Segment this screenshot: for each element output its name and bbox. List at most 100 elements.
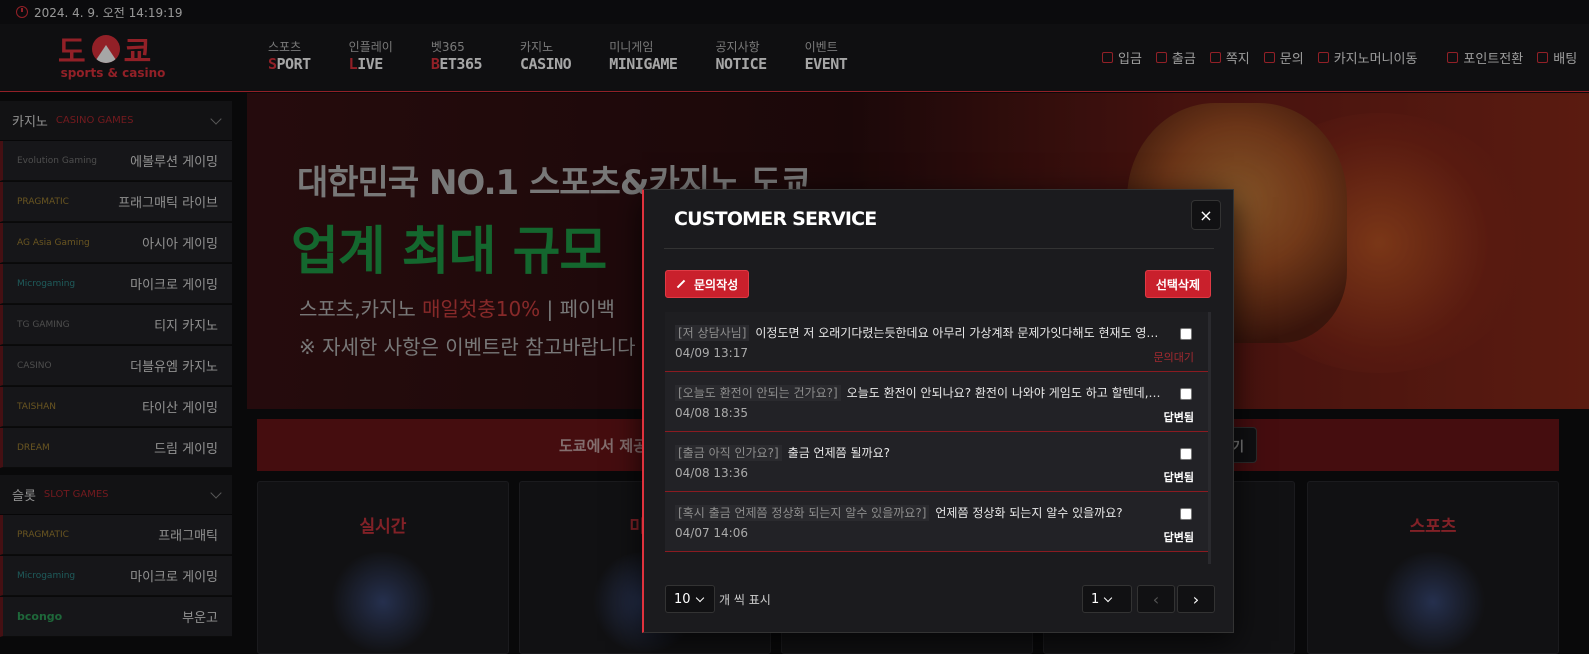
point-convert-link[interactable]: 포인트전환 [1447,48,1523,67]
sidebar-item-microgaming-slot[interactable]: Microgaming 마이크로 게이밍 [0,556,232,596]
nav-label-ko: 스포츠 [268,40,302,54]
sidebar-item-tg-casino[interactable]: TG GAMING 티지 카지노 [0,305,232,345]
coin-icon [1317,52,1329,63]
bet-history-link[interactable]: 배팅 [1537,48,1577,67]
brand-logo: TAISHAN [17,401,56,412]
close-button[interactable]: × [1191,200,1221,230]
list-item[interactable]: [출금 아직 인가요?] 출금 언제쯤 될까요? 04/08 13:36 답변됨 [665,432,1208,492]
nav-label-en: NOTICE [715,55,767,73]
deposit-icon [1102,52,1113,63]
receipt-icon [1537,52,1549,63]
deposit-link[interactable]: 입금 [1102,48,1142,67]
inquiry-title: [오늘도 환전이 안되는 건가요?] 오늘도 환전이 안되나요? 환전이 나와야 … [675,383,1163,403]
sidebar-item-pragmatic[interactable]: PRAGMATIC 프래그매틱 [0,515,232,555]
pagination-bar: 10 개 씩 표시 1 ‹ › [665,585,1215,615]
section-title: 슬롯 [12,489,36,504]
list-item[interactable]: [오늘도 환전이 안되는 건가요?] 오늘도 환전이 안되나요? 환전이 나와야 … [665,372,1208,432]
card-live[interactable]: 실시간 [257,481,509,654]
chevron-down-icon [1104,593,1113,602]
nav-label-ko: 인플레이 [348,40,393,54]
inquiry-date: 04/08 18:35 [675,406,748,420]
inquiry-title: [혹시 출금 언제쯤 정상화 되는지 알수 있을까요?] 언제쯤 정상화 되는지 … [675,503,1163,523]
nav-casino[interactable]: 카지노 CASINO [520,40,572,74]
customer-service-modal: CUSTOMER SERVICE × 문의작성 선택삭제 [저 상담사님] 이정도… [642,189,1234,633]
casino-money-transfer-link[interactable]: 카지노머니이동 [1317,48,1417,67]
withdraw-link[interactable]: 출금 [1155,48,1196,67]
nav-live[interactable]: 인플레이 LIVE [349,40,393,74]
status-badge: 문의대기 [1153,351,1194,364]
nav-label-ko: 공지사항 [715,40,760,54]
nav-sport[interactable]: 스포츠 SPORT [268,40,311,74]
nav-bet365[interactable]: 벳365 BET365 [430,40,483,74]
list-item[interactable]: [혹시 출금 언제쯤 정상화 되는지 알수 있을까요?] 언제쯤 정상화 되는지 … [665,492,1208,552]
brand-logo: bcongo [17,610,63,623]
sidebar-item-label: 에볼루션 게이밍 [130,155,218,170]
delete-selected-button[interactable]: 선택삭제 [1144,270,1211,298]
card-title: 스포츠 [1409,517,1457,537]
banner-note: ※ 자세한 사항은 이벤트란 참고바랍니다 [299,335,636,359]
inquiry-date: 04/09 13:17 [675,346,748,360]
nav-label-en: LIVE [348,55,384,73]
sidebar-item-label: 티지 카지노 [154,319,218,334]
message-link[interactable]: 쪽지 [1209,48,1250,67]
write-inquiry-button[interactable]: 문의작성 [665,270,750,298]
sidebar-item-label: 드림 게이밍 [154,442,218,457]
chevron-down-icon [210,112,222,125]
logo-subtitle: sports & casino [60,66,166,80]
sidebar-item-label: 아시아 게이밍 [142,237,218,252]
prev-page-button[interactable]: ‹ [1137,585,1175,613]
status-badge: 답변됨 [1163,531,1194,544]
card-sports[interactable]: 스포츠 [1307,481,1559,654]
strip-text: 도쿄에서 제공 [559,436,648,455]
sidebar-item-booongo[interactable]: bcongo 부운고 [0,597,232,637]
sidebar-item-taishan[interactable]: TAISHAN 타이산 게이밍 [0,387,232,427]
inquiry-list: [저 상담사님] 이정도면 저 오래기다렸는듯한데요 아무리 가상계좌 문제가잇다… [665,312,1211,564]
sidebar-item-evolution[interactable]: Evolution Gaming 에볼루션 게이밍 [0,141,232,181]
page-size-select[interactable]: 10 [665,585,715,613]
inquiry-link[interactable]: 문의 [1263,48,1304,67]
brand-logo: Microgaming [17,278,76,289]
nav-label-ko: 미니게임 [609,40,654,54]
nav-label-en: CASINO [520,55,572,73]
inquiry-date: 04/08 13:36 [675,466,748,480]
nav-label-en: BET365 [430,55,483,73]
nav-label-ko: 이벤트 [804,40,838,54]
page-select[interactable]: 1 [1082,585,1132,613]
card-title: 실시간 [359,517,407,537]
row-checkbox[interactable] [1180,328,1192,340]
row-checkbox[interactable] [1180,448,1192,460]
brand-logo: PRAGMATIC [17,529,69,540]
headset-icon [1263,52,1275,63]
sidebar-item-pragmatic-live[interactable]: PRAGMATIC 프래그매틱 라이브 [0,182,232,222]
card-art [328,552,438,652]
logo[interactable]: 도 쿄 sports & casino [58,32,168,84]
nav-event[interactable]: 이벤트 EVENT [805,40,848,74]
brand-logo: PRAGMATIC [17,196,69,207]
sidebar-item-microgaming[interactable]: Microgaming 마이크로 게이밍 [0,264,232,304]
slot-section-header[interactable]: 슬롯 SLOT GAMES [0,475,232,515]
nav-label-en: SPORT [268,55,311,73]
sidebar-item-label: 마이크로 게이밍 [130,570,218,585]
nav-label-en: MINIGAME [609,55,678,73]
sidebar-item-dream-gaming[interactable]: DREAM 드림 게이밍 [0,428,232,468]
sidebar-item-asia-gaming[interactable]: AG Asia Gaming 아시아 게이밍 [0,223,232,263]
sidebar-item-label: 마이크로 게이밍 [130,278,218,293]
main-nav: 스포츠 SPORT 인플레이 LIVE 벳365 BET365 카지노 CASI… [268,40,885,74]
logo-char-1: 도 [58,35,88,70]
brand-logo: TG GAMING [17,319,70,330]
brand-logo: CASINO [17,360,52,371]
row-checkbox[interactable] [1180,388,1192,400]
casino-section-header[interactable]: 카지노 CASINO GAMES [0,101,232,141]
nav-notice[interactable]: 공지사항 NOTICE [715,40,767,74]
card-art [1378,552,1488,652]
row-checkbox[interactable] [1180,508,1192,520]
logo-mark: 도 쿄 [58,32,168,70]
status-badge: 답변됨 [1163,471,1194,484]
nav-minigame[interactable]: 미니게임 MINIGAME [609,40,678,74]
top-menu: 입금 출금 쪽지 문의 카지노머니이동 포인트전환 배팅 [1102,48,1589,67]
next-page-button[interactable]: › [1177,585,1215,613]
section-subtitle: SLOT GAMES [43,489,109,500]
chevron-down-icon [695,593,704,602]
sidebar-item-wm-casino[interactable]: CASINO 더블유엠 카지노 [0,346,232,386]
list-item[interactable]: [저 상담사님] 이정도면 저 오래기다렸는듯한데요 아무리 가상계좌 문제가잇다… [665,312,1208,372]
